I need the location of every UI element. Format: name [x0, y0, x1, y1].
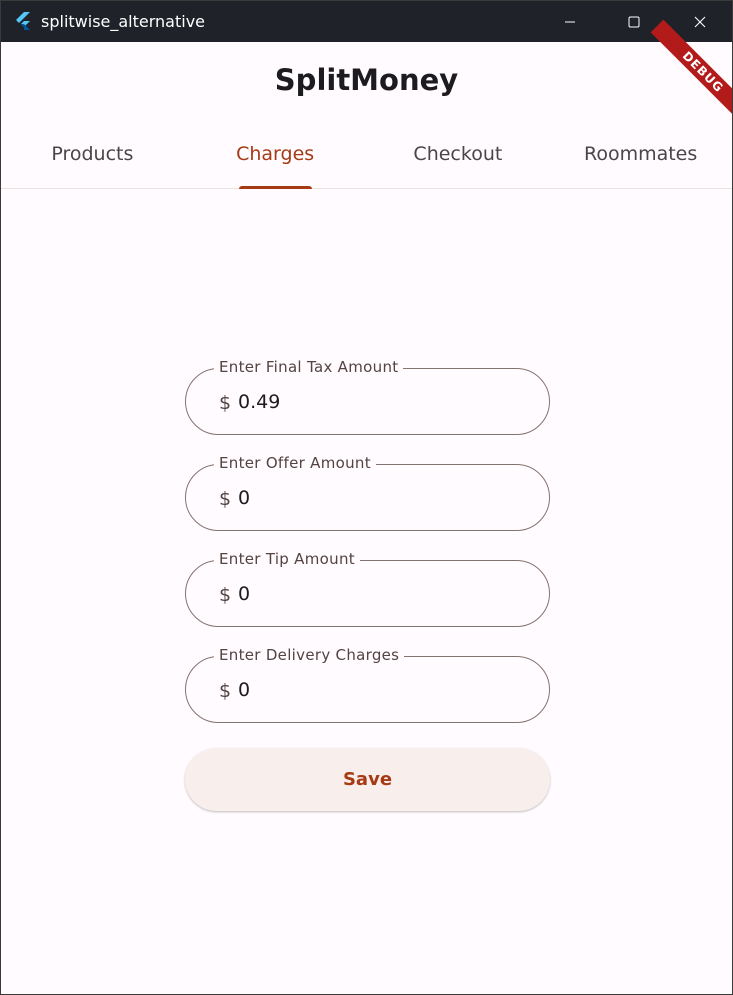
close-icon [694, 16, 706, 27]
field-label: Enter Tip Amount [214, 550, 360, 568]
tip-amount-input[interactable] [238, 579, 518, 609]
tab-label: Roommates [583, 143, 698, 165]
delivery-charges-input[interactable] [238, 675, 518, 705]
maximize-button[interactable] [611, 1, 657, 42]
minimize-button[interactable] [547, 1, 593, 42]
field-label: Enter Final Tax Amount [214, 358, 404, 376]
tab-charges[interactable]: Charges [184, 123, 367, 189]
window-title: splitwise_alternative [41, 12, 206, 31]
app-window: splitwise_alternative DEBUG SplitMoney P… [0, 0, 733, 995]
close-button[interactable] [677, 1, 723, 42]
field-label: Enter Offer Amount [214, 454, 376, 472]
app-title: SplitMoney [274, 63, 459, 97]
minimize-icon [565, 21, 575, 22]
tab-label: Charges [236, 143, 315, 165]
maximize-icon [628, 16, 640, 27]
tab-label: Products [51, 143, 134, 165]
tab-bar: Products Charges Checkout Roommates [1, 123, 732, 189]
offer-amount-field: Enter Offer Amount $ [185, 454, 550, 531]
tip-amount-field: Enter Tip Amount $ [185, 550, 550, 627]
save-button[interactable]: Save [185, 748, 550, 811]
tab-indicator [238, 186, 312, 189]
tab-roommates[interactable]: Roommates [549, 123, 732, 188]
tab-label: Checkout [413, 143, 503, 165]
currency-prefix: $ [219, 392, 232, 414]
tab-products[interactable]: Products [1, 123, 184, 188]
offer-amount-input[interactable] [238, 483, 518, 513]
flutter-logo-icon [16, 12, 30, 30]
currency-prefix: $ [219, 584, 232, 606]
delivery-charges-field: Enter Delivery Charges $ [185, 646, 550, 723]
charges-form: Enter Final Tax Amount $ Enter Offer Amo… [185, 358, 550, 811]
field-label: Enter Delivery Charges [214, 646, 405, 664]
currency-prefix: $ [219, 680, 232, 702]
tax-amount-field: Enter Final Tax Amount $ [185, 358, 550, 435]
window-titlebar[interactable]: splitwise_alternative [1, 1, 732, 42]
tab-checkout[interactable]: Checkout [367, 123, 550, 188]
currency-prefix: $ [219, 488, 232, 510]
tax-amount-input[interactable] [238, 387, 518, 417]
